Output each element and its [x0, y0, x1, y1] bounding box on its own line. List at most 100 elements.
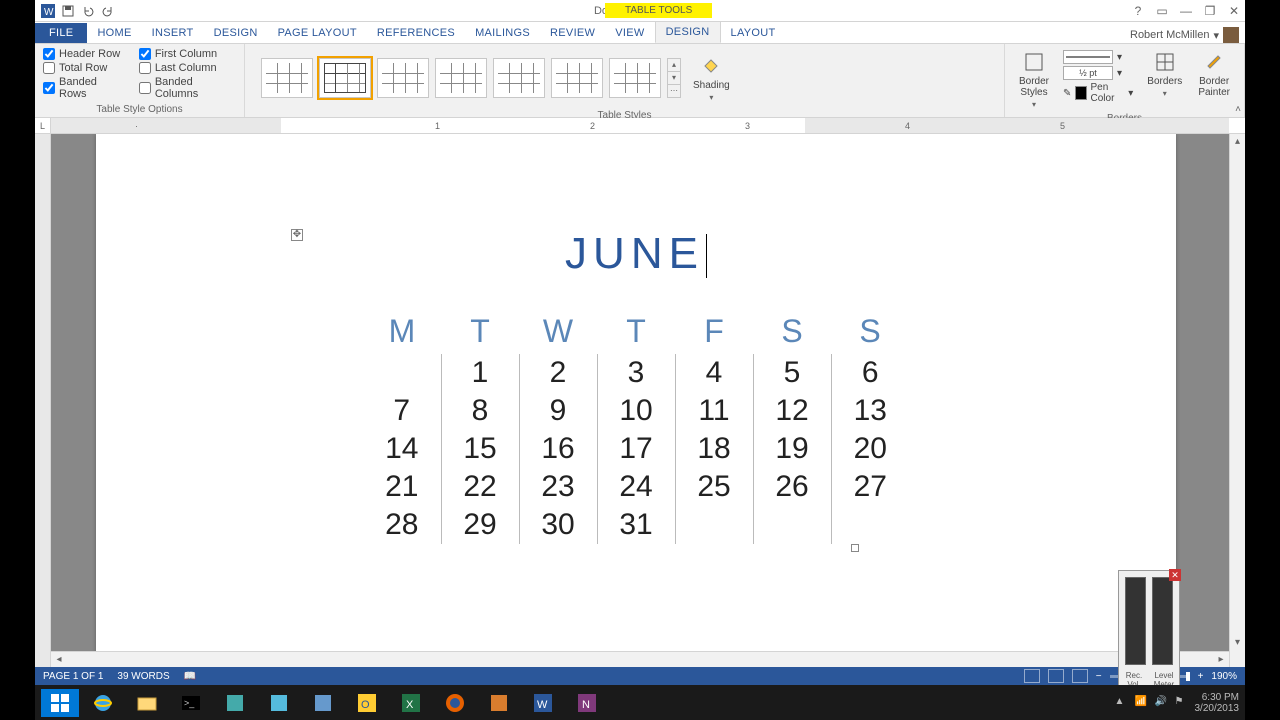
pen-style-dropdown[interactable]: [1063, 50, 1113, 64]
redo-icon[interactable]: [101, 4, 115, 18]
table-style-5[interactable]: [493, 58, 545, 98]
vertical-scrollbar[interactable]: ▴ ▾: [1229, 134, 1245, 667]
taskbar-explorer-icon[interactable]: [127, 689, 167, 717]
tab-view[interactable]: VIEW: [605, 23, 654, 43]
page[interactable]: ✥ JUNE M T W T F S S 1234567891011121314…: [96, 134, 1176, 667]
taskbar-cmd-icon[interactable]: >_: [171, 689, 211, 717]
calendar-cell[interactable]: 15: [441, 430, 519, 468]
taskbar-outlook-icon[interactable]: O: [347, 689, 387, 717]
check-first-column[interactable]: First Column: [139, 48, 236, 60]
check-header-row[interactable]: Header Row: [43, 48, 125, 60]
calendar-cell[interactable]: 21: [363, 468, 441, 506]
tray-icon[interactable]: ⚑: [1175, 696, 1189, 710]
scroll-left-icon[interactable]: ◂: [51, 652, 67, 667]
calendar-cell[interactable]: 7: [363, 392, 441, 430]
tray-volume-icon[interactable]: 🔊: [1155, 696, 1169, 710]
calendar-title[interactable]: JUNE: [96, 229, 1176, 279]
restore-icon[interactable]: ❐: [1203, 4, 1217, 18]
table-style-6[interactable]: [551, 58, 603, 98]
save-icon[interactable]: [61, 4, 75, 18]
calendar-cell[interactable]: 16: [519, 430, 597, 468]
taskbar-word-icon[interactable]: W: [523, 689, 563, 717]
zoom-out-icon[interactable]: −: [1096, 671, 1102, 682]
calendar-cell[interactable]: 1: [441, 354, 519, 392]
table-style-1[interactable]: [261, 58, 313, 98]
calendar-cell[interactable]: 27: [831, 468, 909, 506]
tray-icon[interactable]: ▲: [1115, 696, 1129, 710]
calendar-cell[interactable]: 29: [441, 506, 519, 544]
start-button[interactable]: [41, 689, 79, 717]
border-painter-button[interactable]: Border Painter: [1192, 48, 1236, 100]
calendar-cell[interactable]: 20: [831, 430, 909, 468]
tab-table-layout[interactable]: LAYOUT: [721, 23, 786, 43]
calendar-cell[interactable]: 26: [753, 468, 831, 506]
tab-file[interactable]: FILE: [35, 23, 87, 43]
calendar-cell[interactable]: 2: [519, 354, 597, 392]
calendar-cell[interactable]: 18: [675, 430, 753, 468]
table-style-7[interactable]: [609, 58, 661, 98]
tab-insert[interactable]: INSERT: [142, 23, 204, 43]
calendar-cell[interactable]: 28: [363, 506, 441, 544]
recording-meter-overlay[interactable]: ✕ Rec. Vol.Level Meter: [1118, 570, 1180, 690]
table-style-3[interactable]: [377, 58, 429, 98]
taskbar-excel-icon[interactable]: X: [391, 689, 431, 717]
account-dropdown-icon[interactable]: ▾: [1213, 29, 1219, 42]
calendar-cell[interactable]: 17: [597, 430, 675, 468]
border-styles-button[interactable]: Border Styles▾: [1013, 48, 1055, 111]
calendar-cell[interactable]: 22: [441, 468, 519, 506]
tab-review[interactable]: REVIEW: [540, 23, 605, 43]
scroll-up-icon[interactable]: ▴: [1230, 134, 1245, 150]
calendar-cell[interactable]: 19: [753, 430, 831, 468]
pen-weight-dropdown[interactable]: ½ pt: [1063, 66, 1113, 80]
calendar-cell[interactable]: [753, 506, 831, 544]
taskbar-app-icon[interactable]: [215, 689, 255, 717]
tab-design[interactable]: DESIGN: [204, 23, 268, 43]
taskbar-app-icon[interactable]: [259, 689, 299, 717]
overlay-close-icon[interactable]: ✕: [1169, 569, 1181, 581]
borders-button[interactable]: Borders▾: [1141, 48, 1188, 100]
pen-color-button[interactable]: ✎Pen Color▾: [1063, 82, 1133, 104]
calendar-cell[interactable]: 12: [753, 392, 831, 430]
view-read-mode-icon[interactable]: [1024, 669, 1040, 683]
avatar[interactable]: [1223, 27, 1239, 43]
check-total-row[interactable]: Total Row: [43, 62, 125, 74]
table-style-2[interactable]: [319, 58, 371, 98]
tab-selector[interactable]: L: [35, 118, 51, 134]
calendar-cell[interactable]: 9: [519, 392, 597, 430]
check-banded-rows[interactable]: Banded Rows: [43, 76, 125, 100]
calendar-cell[interactable]: 10: [597, 392, 675, 430]
check-banded-columns[interactable]: Banded Columns: [139, 76, 236, 100]
zoom-level[interactable]: 190%: [1211, 671, 1237, 682]
check-last-column[interactable]: Last Column: [139, 62, 236, 74]
zoom-in-icon[interactable]: +: [1198, 671, 1204, 682]
calendar-cell[interactable]: 30: [519, 506, 597, 544]
calendar-cell[interactable]: 6: [831, 354, 909, 392]
calendar-cell[interactable]: [675, 506, 753, 544]
minimize-icon[interactable]: —: [1179, 4, 1193, 18]
view-print-layout-icon[interactable]: [1048, 669, 1064, 683]
horizontal-scrollbar[interactable]: ◂ ▸: [51, 651, 1229, 667]
calendar-cell[interactable]: 8: [441, 392, 519, 430]
calendar-table[interactable]: M T W T F S S 12345678910111213141516171…: [363, 309, 909, 544]
calendar-cell[interactable]: 31: [597, 506, 675, 544]
tray-network-icon[interactable]: 📶: [1135, 696, 1149, 710]
calendar-cell[interactable]: 14: [363, 430, 441, 468]
tab-table-design[interactable]: DESIGN: [655, 21, 721, 43]
status-page[interactable]: PAGE 1 OF 1: [43, 671, 103, 682]
close-icon[interactable]: ✕: [1227, 4, 1241, 18]
scroll-right-icon[interactable]: ▸: [1213, 652, 1229, 667]
help-icon[interactable]: ?: [1131, 4, 1145, 18]
status-words[interactable]: 39 WORDS: [117, 671, 169, 682]
undo-icon[interactable]: [81, 4, 95, 18]
scroll-down-icon[interactable]: ▾: [1230, 635, 1245, 651]
calendar-cell[interactable]: 25: [675, 468, 753, 506]
calendar-cell[interactable]: 11: [675, 392, 753, 430]
taskbar-ie-icon[interactable]: [83, 689, 123, 717]
calendar-cell[interactable]: 13: [831, 392, 909, 430]
shading-button[interactable]: Shading▾: [687, 52, 736, 104]
calendar-cell[interactable]: 24: [597, 468, 675, 506]
calendar-cell[interactable]: [363, 354, 441, 392]
ribbon-display-icon[interactable]: ▭: [1155, 4, 1169, 18]
tray-clock[interactable]: 6:30 PM3/20/2013: [1195, 692, 1240, 714]
table-resize-handle-icon[interactable]: [851, 544, 859, 552]
